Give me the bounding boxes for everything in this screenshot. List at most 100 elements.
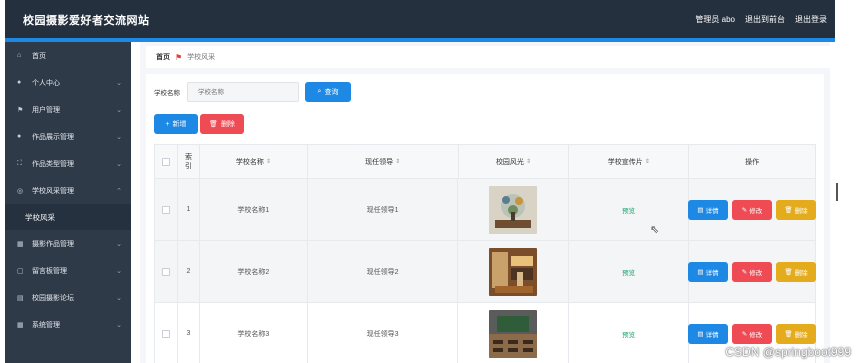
row-leader: 现任领导3	[308, 303, 459, 363]
logout-link[interactable]: 退出登录	[795, 14, 827, 25]
batch-delete-button[interactable]: 🗑 删除	[200, 114, 244, 134]
scenery-thumbnail[interactable]	[489, 247, 538, 296]
detail-button[interactable]: ▤ 详情	[688, 323, 728, 344]
edit-button[interactable]: ✎ 修改	[732, 323, 772, 344]
doc-icon: ▤	[697, 206, 704, 214]
breadcrumb-home[interactable]: 首页	[156, 52, 170, 62]
sidebar-item-works[interactable]: ● 作品展示管理 ⌄	[5, 123, 131, 150]
sidebar-item-users[interactable]: ⚑ 用户管理 ⌄	[5, 96, 131, 123]
grid-icon: ▦	[17, 321, 24, 329]
frame-icon: ⛶	[17, 159, 22, 167]
edit-button[interactable]: ✎ 修改	[732, 261, 772, 282]
preview-link[interactable]: 预览	[622, 267, 635, 277]
sort-icon: ⇕	[265, 159, 271, 165]
chevron-down-icon: ⌄	[116, 160, 122, 168]
chevron-down-icon: ⌄	[116, 133, 122, 141]
trash-icon: 🗑	[784, 330, 793, 338]
row-checkbox[interactable]	[161, 267, 170, 276]
circle-icon: ◎	[17, 187, 24, 195]
sidebar-item-system[interactable]: ▦ 系统管理 ⌄	[5, 311, 131, 338]
top-navbar: 校园摄影爱好者交流网站 管理员 abo 退出到前台 退出登录	[5, 0, 835, 38]
scenery-thumbnail[interactable]	[489, 309, 538, 358]
chevron-down-icon: ⌄	[116, 294, 122, 302]
chevron-down-icon: ⌄	[116, 321, 122, 329]
detail-button[interactable]: ▤ 详情	[688, 261, 728, 282]
row-leader: 现任领导1	[308, 179, 459, 240]
column-header-index: 索引	[184, 153, 192, 170]
grid-icon: ▦	[17, 240, 24, 248]
preview-link[interactable]: 预览	[622, 205, 635, 215]
row-index: 2	[178, 241, 200, 302]
sidebar-item-school-style-mgmt[interactable]: ◎ 学校风采管理 ⌃	[5, 177, 131, 204]
main-content: 首页 ⚑ 学校风采 学校名称 ⌕ 查询 +新增 🗑删除 索引 学校名称⇕ 现任领…	[140, 42, 830, 363]
school-name-input[interactable]	[187, 82, 299, 102]
box-icon: ▢	[17, 267, 24, 275]
admin-label: 管理员 abo	[695, 15, 735, 24]
doc-icon: ▤	[17, 294, 24, 302]
sort-icon: ⇕	[395, 159, 401, 165]
user-icon: ●	[17, 133, 22, 140]
mouse-pointer-icon: ⇖	[650, 224, 660, 236]
breadcrumb-current: 学校风采	[187, 54, 216, 61]
sort-icon: ⇕	[525, 159, 531, 165]
row-checkbox[interactable]	[161, 329, 170, 338]
sidebar-item-work-types[interactable]: ⛶ 作品类型管理 ⌄	[5, 150, 131, 177]
chevron-down-icon: ⌄	[116, 267, 122, 275]
doc-icon: ▤	[697, 268, 704, 276]
back-to-front-link[interactable]: 退出到前台	[745, 14, 785, 25]
sort-icon: ⇕	[644, 159, 650, 165]
chevron-down-icon: ⌄	[116, 106, 122, 114]
sidebar: ⌂ 首页 ● 个人中心 ⌄ ⚑ 用户管理 ⌄ ● 作品展示管理 ⌄ ⛶ 作品类型管理 ⌄ ◎ 学校风…	[5, 42, 131, 363]
sidebar-item-message-board[interactable]: ▢ 留言板管理 ⌄	[5, 257, 131, 284]
sidebar-item-profile[interactable]: ● 个人中心 ⌄	[5, 69, 131, 96]
breadcrumb: 首页 ⚑ 学校风采	[146, 46, 830, 68]
row-school-name: 学校名称1	[200, 179, 308, 240]
add-button[interactable]: + 新增	[154, 114, 198, 134]
column-header-actions: 操作	[689, 145, 816, 178]
row-index: 3	[178, 303, 200, 363]
delete-button[interactable]: 🗑 删除	[776, 261, 816, 282]
scrollbar[interactable]	[836, 183, 838, 201]
table-row: 3 学校名称3 现任领导3 预览 ▤ 详情 ✎ 修改 🗑 删除	[155, 303, 816, 363]
chevron-up-icon: ⌃	[116, 187, 122, 195]
select-all-checkbox[interactable]	[161, 157, 170, 166]
table-header: 索引 学校名称 ⇕ 现任领导 ⇕ 校园风光 ⇕ 学校宣传片 ⇕ 操作	[155, 145, 816, 179]
row-index: 1	[178, 179, 200, 240]
delete-button[interactable]: 🗑 删除	[776, 199, 816, 220]
trash-icon: 🗑	[209, 121, 218, 128]
detail-button[interactable]: ▤ 详情	[688, 199, 728, 220]
chevron-down-icon: ⌄	[116, 240, 122, 248]
chevron-down-icon: ⌄	[116, 79, 122, 87]
plus-icon: +	[165, 120, 170, 128]
table-row: 2 学校名称2 现任领导2 预览 ▤ 详情 ✎ 修改 🗑 删除	[155, 241, 816, 303]
preview-link[interactable]: 预览	[622, 329, 635, 339]
delete-button[interactable]: 🗑 删除	[776, 323, 816, 344]
flag-icon: ⚑	[175, 52, 183, 62]
pencil-icon: ✎	[741, 206, 748, 214]
column-header-promo[interactable]: 学校宣传片 ⇕	[569, 145, 690, 178]
column-header-leader[interactable]: 现任领导 ⇕	[308, 145, 459, 178]
watermark-text: CSDN @springboot999	[725, 345, 851, 359]
scenery-thumbnail[interactable]	[489, 185, 538, 234]
trash-icon: 🗑	[784, 206, 793, 214]
row-checkbox[interactable]	[161, 205, 170, 214]
sidebar-item-photo-works[interactable]: ▦ 摄影作品管理 ⌄	[5, 230, 131, 257]
row-school-name: 学校名称2	[200, 241, 308, 302]
content-panel: 学校名称 ⌕ 查询 +新增 🗑删除 索引 学校名称⇕ 现任领导⇕ 校园风光⇕ 学…	[146, 74, 824, 363]
column-header-scenery[interactable]: 校园风光 ⇕	[459, 145, 570, 178]
data-table: 索引 学校名称 ⇕ 现任领导 ⇕ 校园风光 ⇕ 学校宣传片 ⇕ 操作 1 学校名称1 现…	[154, 144, 816, 363]
sidebar-subitem-school-style[interactable]: 学校风采	[5, 204, 131, 230]
row-school-name: 学校名称3	[200, 303, 308, 363]
flag-icon: ⚑	[17, 106, 24, 114]
sidebar-item-home[interactable]: ⌂ 首页	[5, 42, 131, 69]
pencil-icon: ✎	[741, 330, 748, 338]
query-button[interactable]: ⌕ 查询	[305, 82, 351, 102]
home-icon: ⌂	[17, 52, 22, 59]
column-header-name[interactable]: 学校名称 ⇕	[200, 145, 308, 178]
search-icon: ⌕	[317, 88, 322, 95]
table-row: 1 学校名称1 现任领导1 预览 ▤ 详情 ✎ 修改 🗑 删除	[155, 179, 816, 241]
doc-icon: ▤	[697, 330, 704, 338]
edit-button[interactable]: ✎ 修改	[732, 199, 772, 220]
sidebar-item-forum[interactable]: ▤ 校园摄影论坛 ⌄	[5, 284, 131, 311]
row-leader: 现任领导2	[308, 241, 459, 302]
